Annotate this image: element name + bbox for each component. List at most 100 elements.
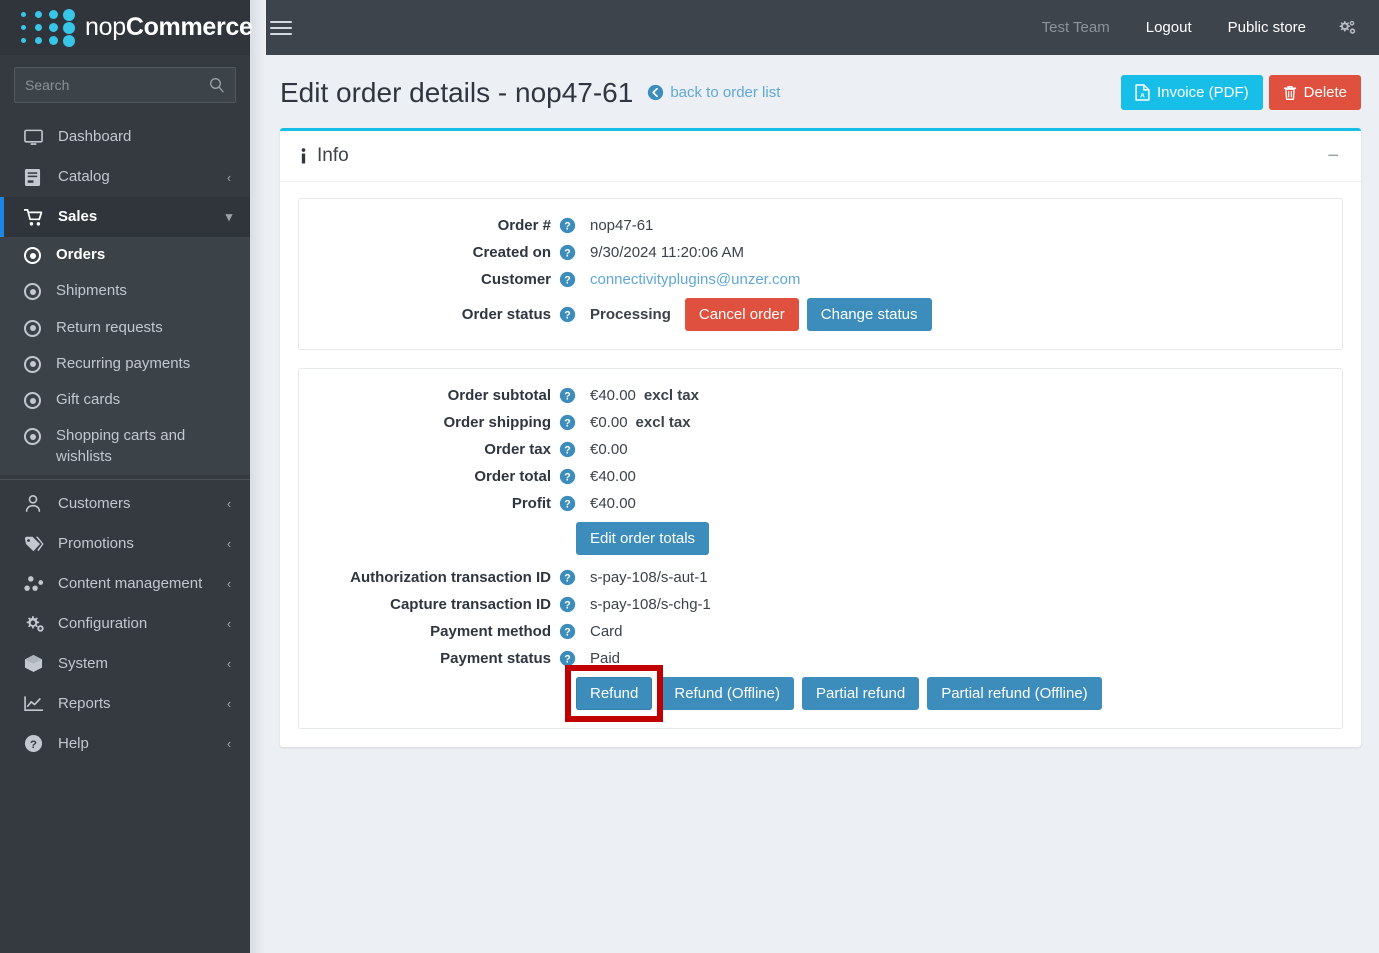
cogs-icon[interactable] — [1324, 19, 1363, 37]
top-navbar: Test Team Logout Public store — [250, 0, 1379, 55]
page-scrollbar[interactable] — [250, 0, 266, 953]
pdf-file-icon: A — [1135, 84, 1150, 101]
book-icon — [24, 168, 48, 187]
sidebar-item-customers[interactable]: Customers ‹ — [0, 484, 250, 524]
sidebar-item-catalog[interactable]: Catalog ‹ — [0, 157, 250, 197]
partial-refund-offline-button[interactable]: Partial refund (Offline) — [927, 677, 1102, 710]
hamburger-icon[interactable] — [270, 20, 292, 35]
public-store-link[interactable]: Public store — [1210, 19, 1324, 36]
sidebar-item-sales[interactable]: Sales ▾ — [0, 197, 250, 237]
info-panel-body: Order # ? nop47-61 Created on ? 9/30/202… — [280, 182, 1361, 747]
user-icon — [24, 494, 48, 513]
minimize-panel-button[interactable]: − — [1323, 146, 1343, 166]
cancel-order-button[interactable]: Cancel order — [684, 298, 799, 331]
help-icon[interactable]: ? — [559, 495, 576, 512]
page-header-actions: A Invoice (PDF) Delete — [1120, 75, 1361, 110]
order-info-card: Order # ? nop47-61 Created on ? 9/30/202… — [298, 198, 1343, 350]
delete-button[interactable]: Delete — [1268, 75, 1361, 110]
svg-text:?: ? — [564, 653, 570, 665]
help-icon[interactable]: ? — [559, 271, 576, 288]
chevron-left-icon: ‹ — [226, 616, 232, 632]
sidebar-item-gift-cards[interactable]: Gift cards — [0, 382, 250, 418]
sidebar-subitem-label: Return requests — [56, 318, 163, 336]
sidebar-item-recurring-payments[interactable]: Recurring payments — [0, 346, 250, 382]
sidebar-item-return-requests[interactable]: Return requests — [0, 310, 250, 346]
help-icon[interactable]: ? — [559, 306, 576, 323]
cogs-icon — [24, 614, 48, 633]
invoice-pdf-button[interactable]: A Invoice (PDF) — [1120, 75, 1263, 110]
order-status-row: Order status ? Processing Cancel order C… — [299, 298, 1342, 331]
order-shipping-suffix: excl tax — [635, 414, 691, 431]
help-icon[interactable]: ? — [559, 650, 576, 667]
payment-method-value: Card — [590, 623, 623, 640]
search-box[interactable] — [14, 67, 236, 103]
order-subtotal-value: €40.00 — [590, 387, 636, 404]
sidebar-item-system[interactable]: System ‹ — [0, 644, 250, 684]
box-icon — [24, 654, 48, 673]
help-icon[interactable]: ? — [559, 468, 576, 485]
sidebar-item-orders[interactable]: Orders — [0, 237, 250, 273]
order-number-label: Order # — [497, 217, 551, 234]
help-icon[interactable]: ? — [559, 217, 576, 234]
edit-order-totals-button[interactable]: Edit order totals — [576, 522, 710, 555]
refund-buttons-group: Refund Refund (Offline) Partial refund P… — [564, 665, 1102, 722]
chevron-down-icon: ▾ — [225, 209, 233, 224]
dot-circle-icon — [24, 354, 50, 373]
help-icon[interactable]: ? — [559, 414, 576, 431]
help-icon[interactable]: ? — [559, 623, 576, 640]
back-arrow-icon — [648, 84, 664, 101]
dot-circle-icon — [24, 318, 50, 337]
payment-status-label: Payment status — [440, 650, 551, 667]
sidebar-subitem-label: Gift cards — [56, 391, 121, 408]
chevron-left-icon: ‹ — [226, 496, 232, 512]
partial-refund-button[interactable]: Partial refund — [801, 677, 920, 710]
sidebar-item-content-management[interactable]: Content management ‹ — [0, 564, 250, 604]
chevron-left-icon: ‹ — [226, 576, 232, 592]
sidebar-item-configuration[interactable]: Configuration ‹ — [0, 604, 250, 644]
customer-email-link[interactable]: connectivityplugins@unzer.com — [590, 271, 800, 288]
svg-text:?: ? — [564, 599, 570, 611]
main-region: Test Team Logout Public store Edit order… — [250, 0, 1379, 953]
back-to-order-list-link[interactable]: back to order list — [647, 84, 780, 101]
refund-offline-button[interactable]: Refund (Offline) — [660, 677, 794, 710]
sidebar-item-promotions[interactable]: Promotions ‹ — [0, 524, 250, 564]
sidebar-item-label: Dashboard — [58, 127, 132, 145]
help-icon[interactable]: ? — [559, 387, 576, 404]
sidebar-item-reports[interactable]: Reports ‹ — [0, 684, 250, 724]
info-panel-title: Info — [300, 145, 349, 167]
brand-logo[interactable]: nopCommerce — [0, 0, 253, 55]
page-title: Edit order details - nop47-61 — [280, 76, 634, 108]
chevron-left-icon: ‹ — [226, 656, 232, 672]
page-header: Edit order details - nop47-61 back to or… — [266, 55, 1379, 128]
sidebar-item-help[interactable]: ? Help ‹ — [0, 724, 250, 764]
created-on-value: 9/30/2024 11:20:06 AM — [590, 244, 745, 261]
order-subtotal-suffix: excl tax — [643, 387, 699, 404]
change-status-button[interactable]: Change status — [806, 298, 932, 331]
sidebar-item-shopping-carts-and-wishlists[interactable]: Shopping carts and wishlists — [0, 418, 250, 475]
logout-link[interactable]: Logout — [1128, 19, 1210, 36]
sidebar-search — [0, 55, 250, 113]
profit-row: Profit ? €40.00 — [299, 495, 1342, 512]
refund-button-highlight: Refund — [564, 665, 664, 722]
svg-text:?: ? — [564, 444, 570, 456]
sidebar-item-dashboard[interactable]: Dashboard — [0, 117, 250, 157]
svg-text:?: ? — [564, 572, 570, 584]
profit-value: €40.00 — [590, 495, 636, 512]
brand-name-light: nop — [85, 13, 126, 41]
sidebar-nav: Dashboard Catalog ‹ Sales ▾ Orders Shipm… — [0, 113, 250, 953]
search-input[interactable] — [15, 68, 235, 102]
sidebar-item-shipments[interactable]: Shipments — [0, 273, 250, 309]
svg-text:?: ? — [564, 498, 570, 510]
sidebar-subitem-label: Orders — [56, 246, 106, 263]
content-area: Edit order details - nop47-61 back to or… — [250, 55, 1379, 953]
admin-app: nopCommerce Dashboard — [0, 0, 1379, 953]
order-shipping-row: Order shipping ? €0.00 excl tax — [299, 414, 1342, 431]
help-icon[interactable]: ? — [559, 441, 576, 458]
help-icon[interactable]: ? — [559, 596, 576, 613]
help-icon[interactable]: ? — [559, 569, 576, 586]
refund-button[interactable]: Refund — [576, 677, 653, 710]
info-panel-header: Info − — [280, 131, 1361, 182]
help-icon[interactable]: ? — [559, 244, 576, 261]
order-status-value: Processing — [590, 306, 671, 323]
created-on-row: Created on ? 9/30/2024 11:20:06 AM — [299, 244, 1342, 261]
